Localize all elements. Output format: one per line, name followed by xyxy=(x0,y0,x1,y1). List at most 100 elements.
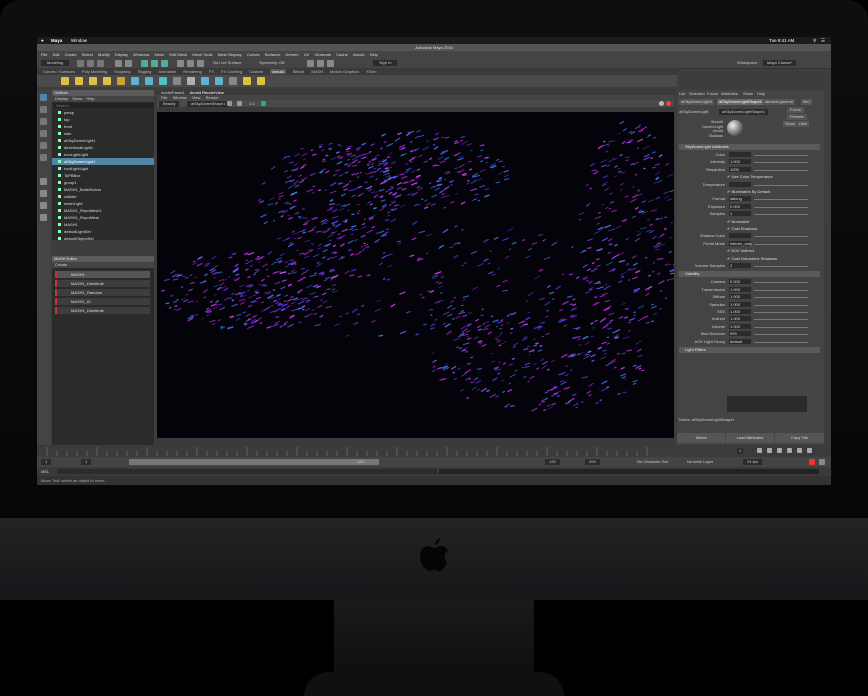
attribute-slider[interactable] xyxy=(754,199,808,201)
attribute-value-field[interactable]: 1.000 xyxy=(729,301,751,307)
menu-cache[interactable]: Cache xyxy=(336,52,348,57)
menu-file[interactable]: File xyxy=(41,52,47,57)
attribute-value-field[interactable]: 1.000 xyxy=(729,159,751,165)
attribute-value-field[interactable]: 1.000 xyxy=(729,286,751,292)
outliner-item[interactable]: group1 xyxy=(52,179,154,186)
range-slider-bar[interactable] xyxy=(129,459,379,465)
attribute-row[interactable]: Specular 1.000 xyxy=(679,301,820,308)
attribute-row[interactable]: Indirect 1.000 xyxy=(679,316,820,322)
attribute-row[interactable]: Diffuse 1.000 xyxy=(679,294,820,300)
shelf-tab-arnold[interactable]: Arnold xyxy=(270,69,286,74)
menu-mesh-display[interactable]: Mesh Display xyxy=(218,52,242,57)
attr-tab-shape[interactable]: aiSkyDomeLightShape1 xyxy=(717,99,764,105)
play-forward-icon[interactable] xyxy=(787,448,792,453)
section-visibility[interactable]: Visibility xyxy=(679,271,820,278)
attribute-slider[interactable] xyxy=(754,184,808,186)
attribute-checkbox[interactable]: ✔ Normalize xyxy=(727,219,749,225)
presets-button[interactable]: Presets xyxy=(787,114,807,120)
undo-icon[interactable] xyxy=(115,60,122,67)
move-tool-icon[interactable] xyxy=(40,130,47,137)
attribute-slider[interactable] xyxy=(754,236,808,238)
paint-select-icon[interactable] xyxy=(40,118,47,125)
attribute-row[interactable]: Shadow Color xyxy=(679,233,820,239)
section-light-filters[interactable]: Light Filters xyxy=(679,347,820,353)
attribute-row[interactable]: Max Bounces 999 xyxy=(679,331,820,337)
arnold-shelf-tool-icon[interactable] xyxy=(61,77,69,85)
attribute-row[interactable]: SSS 1.000 xyxy=(679,309,820,315)
menu-create[interactable]: Create xyxy=(65,52,77,57)
render-image[interactable] xyxy=(157,112,674,438)
shelf-tab-motion-graphics[interactable]: Motion Graphics xyxy=(330,69,359,74)
attr-menu-help[interactable]: Help xyxy=(757,91,765,97)
end-time-field[interactable]: 200 xyxy=(585,459,600,465)
menu-windows[interactable]: Windows xyxy=(133,52,149,57)
light-swatch-icon[interactable] xyxy=(727,120,743,136)
attribute-slider[interactable] xyxy=(754,341,808,343)
attribute-slider[interactable] xyxy=(754,326,808,328)
step-forward-icon[interactable] xyxy=(797,448,802,453)
menu-surfaces[interactable]: Surfaces xyxy=(265,52,281,57)
mash-node-row[interactable]: MASH1_Distribute xyxy=(55,280,150,287)
attribute-slider[interactable] xyxy=(754,334,808,336)
select-by-object-icon[interactable] xyxy=(151,60,158,67)
arnold-shelf-tool-icon[interactable] xyxy=(159,77,167,85)
outliner-menu-show[interactable]: Show xyxy=(72,96,82,101)
shelf-tab-poly-modeling[interactable]: Poly Modeling xyxy=(82,69,107,74)
render-settings-icon[interactable] xyxy=(327,60,334,67)
attribute-value-field[interactable] xyxy=(729,181,751,187)
attribute-value-field[interactable]: 0.000 xyxy=(729,279,751,285)
menu-uv[interactable]: UV xyxy=(304,52,310,57)
attribute-row[interactable]: Exposure 0.000 xyxy=(679,203,820,210)
menu-edit-mesh[interactable]: Edit Mesh xyxy=(169,52,187,57)
attribute-slider[interactable] xyxy=(754,155,808,156)
mash-node-row[interactable]: MASH1_ID xyxy=(55,298,150,305)
attribute-value-field[interactable]: default xyxy=(729,338,751,344)
outliner-item[interactable]: collider xyxy=(52,193,154,200)
arnold-shelf-tool-icon[interactable] xyxy=(89,77,97,85)
outliner-item[interactable]: aiSkyDomeLight1 xyxy=(52,158,154,165)
outliner-item[interactable]: defaultLightSet xyxy=(52,228,154,235)
attribute-checkbox[interactable]: ✔ Cast Shadows xyxy=(727,226,757,232)
shelf-tab-fx[interactable]: FX xyxy=(209,69,214,74)
command-input[interactable] xyxy=(57,469,437,474)
outliner-item[interactable]: directionalLight1 xyxy=(52,144,154,151)
arnold-shelf-tool-icon[interactable] xyxy=(131,77,139,85)
new-scene-icon[interactable] xyxy=(77,60,84,67)
symmetry-dropdown[interactable]: Symmetry: Off xyxy=(259,60,284,66)
camera-dropdown[interactable]: aiSkyDomeShape1 xyxy=(187,101,230,107)
mac-menu-window[interactable]: Window xyxy=(71,37,87,44)
attribute-slider[interactable] xyxy=(754,289,808,291)
outliner-item[interactable]: ToPBBox xyxy=(52,172,154,179)
outliner-item[interactable]: MASH1_RepoMesh1 xyxy=(52,207,154,214)
attribute-slider[interactable] xyxy=(754,312,808,313)
select-by-component-icon[interactable] xyxy=(161,60,168,67)
outliner-item[interactable]: MASH1_RepoMesh xyxy=(52,214,154,221)
shelf-tab-rigging[interactable]: Rigging xyxy=(138,69,152,74)
menu-mesh-tools[interactable]: Mesh Tools xyxy=(192,52,212,57)
shelf-tab-sculpting[interactable]: Sculpting xyxy=(114,69,130,74)
shelf-tab-bifrost[interactable]: Bifrost xyxy=(293,69,304,74)
attr-tab-transform[interactable]: aiSkyDomeLight1 xyxy=(679,99,715,105)
attribute-row[interactable]: AOV Light Group default xyxy=(679,338,820,345)
attr-menu-list[interactable]: List xyxy=(679,91,685,97)
attribute-value-field[interactable]: 1 xyxy=(729,211,751,217)
attribute-slider[interactable] xyxy=(754,319,808,321)
menu-edit[interactable]: Edit xyxy=(53,52,60,57)
outliner-item[interactable]: meshLight xyxy=(52,200,154,207)
attribute-value-field[interactable]: 1.000 xyxy=(729,309,751,314)
character-set-dropdown[interactable]: No Character Set xyxy=(637,459,668,465)
color-channel-icon[interactable] xyxy=(261,101,266,106)
attribute-row[interactable]: Samples 1 xyxy=(679,211,820,217)
attribute-row[interactable]: Intensity 1.000 xyxy=(679,159,820,165)
snap-to-point-icon[interactable] xyxy=(197,60,204,67)
arnold-shelf-tool-icon[interactable] xyxy=(229,77,237,85)
stop-render-icon[interactable] xyxy=(237,101,242,106)
attr-tab-lambert[interactable]: lambert.gamma xyxy=(763,99,795,105)
mac-apple-menu-icon[interactable]: ● xyxy=(41,37,44,44)
attribute-row[interactable]: ✔ AOV Indirect xyxy=(679,248,820,254)
attribute-row[interactable]: Volume Samples 2 xyxy=(679,263,820,269)
outliner-item[interactable]: aiSkyDomeLight1 xyxy=(52,137,154,144)
outliner-item[interactable]: MASH1_BulletSolver xyxy=(52,186,154,193)
scale-tool-icon[interactable] xyxy=(40,154,47,161)
attribute-slider[interactable] xyxy=(754,282,808,284)
